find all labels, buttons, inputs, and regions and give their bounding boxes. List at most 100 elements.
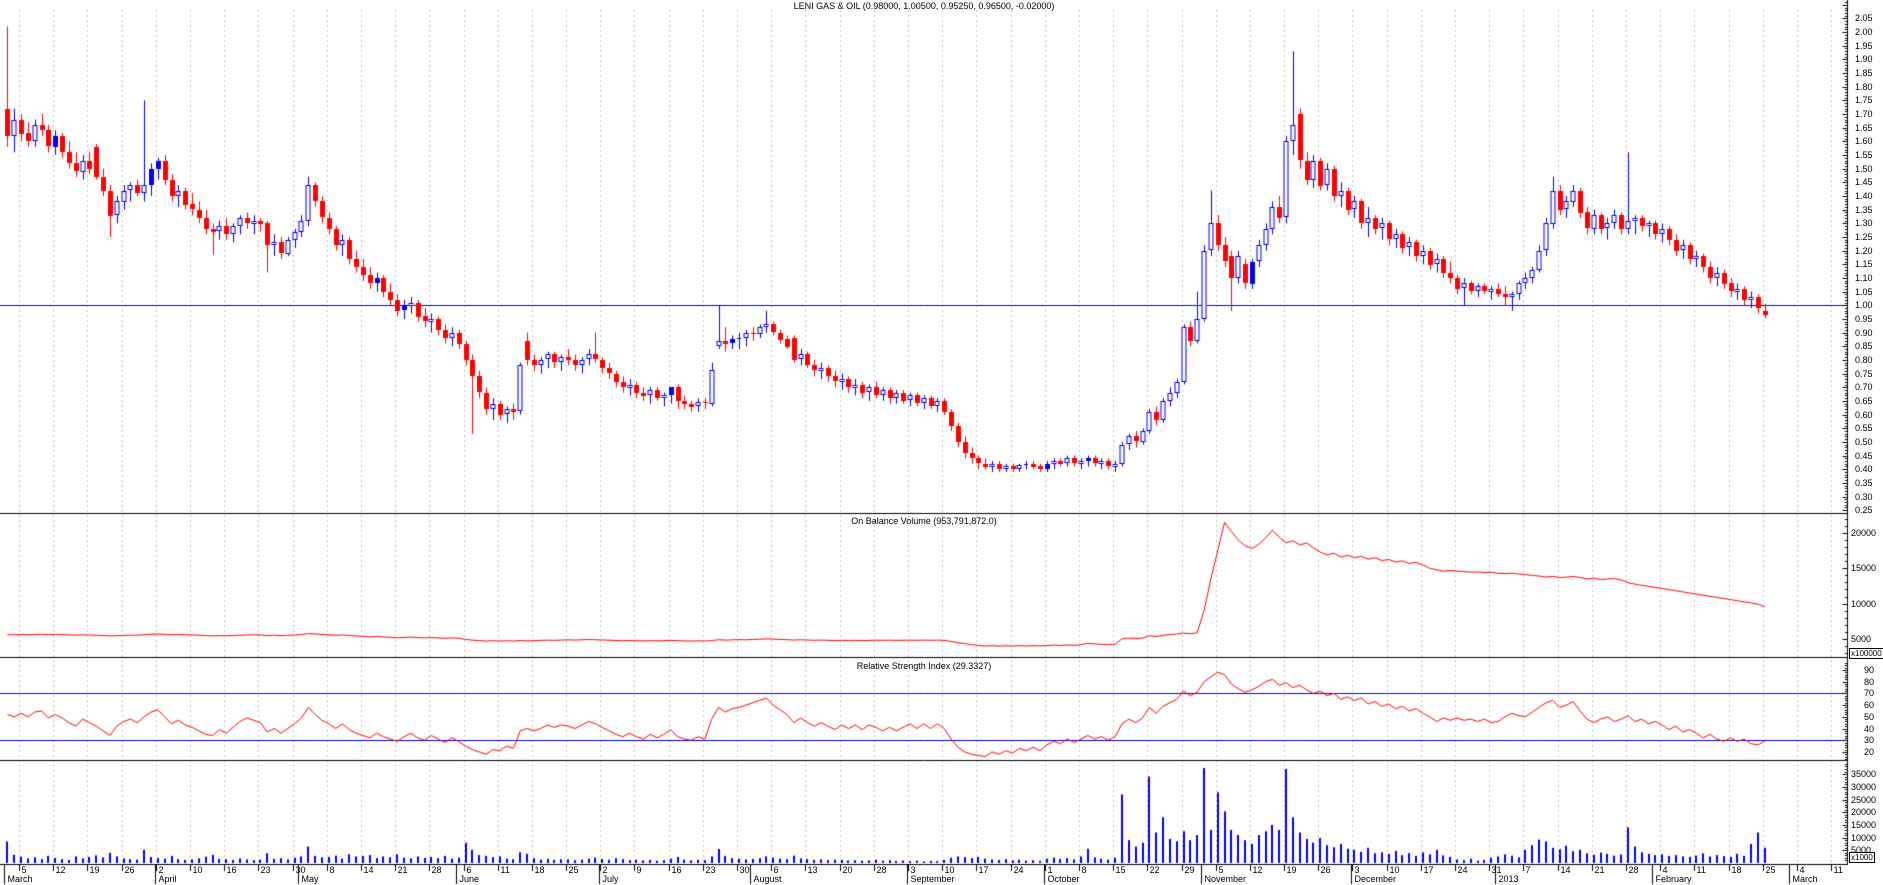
price-axis-label: 0.95 bbox=[1855, 314, 1873, 324]
price-axis-label: 0.35 bbox=[1855, 478, 1873, 488]
x-axis-month-label: March bbox=[1793, 874, 1818, 884]
price-axis-label: 1.50 bbox=[1855, 164, 1873, 174]
price-axis-label: 0.80 bbox=[1855, 355, 1873, 365]
price-axis-label: 0.50 bbox=[1855, 437, 1873, 447]
x-axis-month-label: June bbox=[460, 874, 480, 884]
x-axis-day-label: 21 bbox=[398, 865, 408, 875]
obv-panel-title: On Balance Volume (953,791,872.0) bbox=[851, 516, 997, 526]
price-axis-label: 1.70 bbox=[1855, 109, 1873, 119]
rsi-axis-label: 80 bbox=[1864, 677, 1874, 687]
obv-axis-label: 5000 bbox=[1851, 634, 1871, 644]
x-axis-day-label: 29 bbox=[1185, 865, 1195, 875]
x-axis-day-label: 24 bbox=[1014, 865, 1024, 875]
x-axis-day-label: 11 bbox=[1697, 865, 1706, 875]
x-axis-day-label: 18 bbox=[535, 865, 545, 875]
obv-scale-multiplier: x100000 bbox=[1849, 648, 1883, 659]
x-axis-day-label: 16 bbox=[227, 865, 237, 875]
rsi-panel bbox=[0, 658, 1847, 760]
x-axis-day-label: 13 bbox=[808, 865, 818, 875]
volume-scale-multiplier: x1000 bbox=[1849, 852, 1875, 863]
price-axis-label: 2.05 bbox=[1855, 13, 1873, 23]
volume-axis-label: 10000 bbox=[1851, 833, 1876, 843]
price-axis-label: 1.40 bbox=[1855, 191, 1873, 201]
x-axis-day-label: 7 bbox=[1526, 865, 1531, 875]
rsi-axis-label: 20 bbox=[1864, 747, 1874, 757]
price-axis-label: 0.40 bbox=[1855, 464, 1873, 474]
x-axis-month-label: 2013 bbox=[1499, 874, 1519, 884]
x-axis-day-label: 25 bbox=[1766, 865, 1776, 875]
price-axis-label: 1.20 bbox=[1855, 246, 1873, 256]
price-axis-label: 2.00 bbox=[1855, 27, 1873, 37]
price-axis-label: 0.70 bbox=[1855, 382, 1873, 392]
x-axis-day-label: 15 bbox=[1116, 865, 1126, 875]
x-axis-day-label: 19 bbox=[1287, 865, 1297, 875]
x-axis-month-label: April bbox=[159, 874, 177, 884]
x-axis-day-label: 22 bbox=[1150, 865, 1160, 875]
x-axis-day-label: 30 bbox=[740, 865, 750, 875]
x-axis-day-label: 26 bbox=[125, 865, 135, 875]
x-axis-day-label: 24 bbox=[1458, 865, 1468, 875]
x-axis-day-label: 16 bbox=[672, 865, 682, 875]
x-axis-day-label: 11 bbox=[1834, 865, 1843, 875]
x-axis-day-label: 25 bbox=[569, 865, 579, 875]
price-axis-label: 1.80 bbox=[1855, 82, 1873, 92]
rsi-panel-title: Relative Strength Index (29.3327) bbox=[857, 661, 992, 671]
x-axis-month-label: November bbox=[1205, 874, 1247, 884]
price-axis-label: 1.00 bbox=[1855, 300, 1873, 310]
obv-axis-label: 15000 bbox=[1851, 563, 1876, 573]
x-axis-day-label: 28 bbox=[1629, 865, 1639, 875]
x-axis-day-label: 14 bbox=[364, 865, 374, 875]
x-axis-day-label: 17 bbox=[1424, 865, 1434, 875]
x-axis-day-label: 8 bbox=[330, 865, 335, 875]
price-axis-label: 0.90 bbox=[1855, 328, 1873, 338]
price-axis-label: 1.95 bbox=[1855, 41, 1873, 51]
x-axis-day-label: 28 bbox=[877, 865, 887, 875]
rsi-axis-label: 60 bbox=[1864, 700, 1874, 710]
x-axis-month-label: May bbox=[302, 874, 319, 884]
chart-title: LENI GAS & OIL (0.98000, 1.00500, 0.9525… bbox=[794, 1, 1055, 11]
price-axis-label: 0.30 bbox=[1855, 492, 1873, 502]
x-axis-day-label: 12 bbox=[56, 865, 66, 875]
price-axis-label: 1.15 bbox=[1855, 259, 1873, 269]
x-axis-day-label: 28 bbox=[432, 865, 442, 875]
x-axis-month-label: March bbox=[8, 874, 33, 884]
x-axis-day-label: 18 bbox=[1732, 865, 1742, 875]
price-axis-label: 1.60 bbox=[1855, 136, 1873, 146]
price-axis-label: 1.05 bbox=[1855, 287, 1873, 297]
x-axis-day-label: 8 bbox=[1082, 865, 1087, 875]
volume-axis-label: 15000 bbox=[1851, 820, 1876, 830]
price-axis-label: 1.55 bbox=[1855, 150, 1873, 160]
x-axis-month-label: October bbox=[1048, 874, 1080, 884]
x-axis-day-label: 19 bbox=[90, 865, 100, 875]
price-axis-label: 0.55 bbox=[1855, 423, 1873, 433]
volume-axis-label: 30000 bbox=[1851, 782, 1876, 792]
volume-axis-label: 20000 bbox=[1851, 807, 1876, 817]
obv-panel bbox=[0, 514, 1847, 657]
x-axis-day-label: 10 bbox=[193, 865, 203, 875]
volume-axis-label: 35000 bbox=[1851, 769, 1876, 779]
price-axis-label: 0.65 bbox=[1855, 396, 1873, 406]
volume-axis-label: 25000 bbox=[1851, 795, 1876, 805]
price-axis-label: 1.45 bbox=[1855, 177, 1873, 187]
x-axis-month-label: August bbox=[754, 874, 782, 884]
price-axis-label: 1.35 bbox=[1855, 205, 1873, 215]
x-axis-month-label: December bbox=[1355, 874, 1397, 884]
price-panel bbox=[0, 0, 1847, 513]
x-axis-day-label: 23 bbox=[261, 865, 271, 875]
x-axis-day-label: 23 bbox=[706, 865, 716, 875]
price-axis-label: 0.45 bbox=[1855, 451, 1873, 461]
price-axis-label: 1.25 bbox=[1855, 232, 1873, 242]
price-axis-label: 0.85 bbox=[1855, 341, 1873, 351]
x-axis-day-label: 20 bbox=[843, 865, 853, 875]
x-axis-month-label: September bbox=[911, 874, 955, 884]
price-axis-label: 1.10 bbox=[1855, 273, 1873, 283]
rsi-axis-label: 30 bbox=[1864, 735, 1874, 745]
price-axis-label: 1.65 bbox=[1855, 123, 1873, 133]
rsi-axis-label: 70 bbox=[1864, 688, 1874, 698]
price-axis-label: 1.85 bbox=[1855, 68, 1873, 78]
x-axis-day-label: 14 bbox=[1561, 865, 1571, 875]
x-axis-day-label: 17 bbox=[979, 865, 989, 875]
x-axis-month-label: February bbox=[1656, 874, 1692, 884]
price-axis-label: 0.60 bbox=[1855, 410, 1873, 420]
chart-window: LENI GAS & OIL (0.98000, 1.00500, 0.9525… bbox=[0, 0, 1883, 885]
